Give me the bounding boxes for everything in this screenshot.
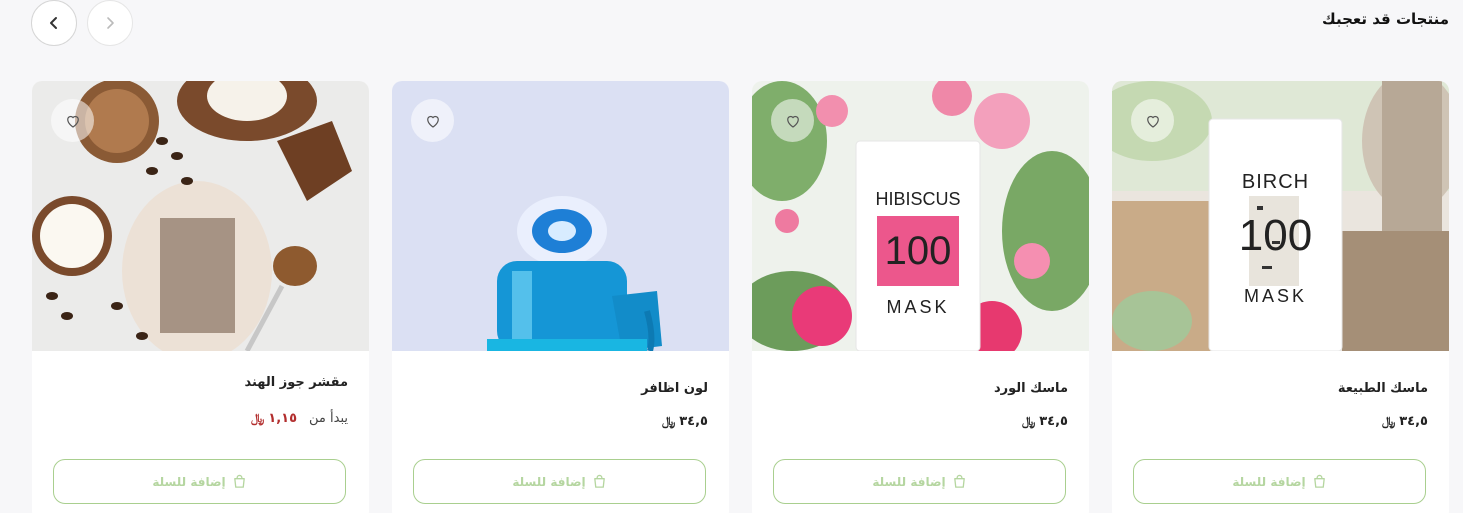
currency-symbol: ﷼ xyxy=(661,414,676,428)
shopping-bag-icon xyxy=(1313,474,1325,488)
product-info: ماسك الطبيعة ٣٤,٥ ﷼ إضافة للسلة xyxy=(1112,351,1449,513)
product-image[interactable] xyxy=(392,81,729,351)
add-to-cart-label: إضافة للسلة xyxy=(152,474,226,489)
shopping-bag-icon xyxy=(953,474,965,488)
product-card[interactable]: BIRCH 100 MASK ماسك الطبيعة ٣٤,٥ ﷼ إضافة… xyxy=(1112,81,1449,513)
add-to-cart-label: إضافة للسلة xyxy=(872,474,946,489)
mask-type-text: MASK xyxy=(1243,286,1307,306)
add-to-cart-button[interactable]: إضافة للسلة xyxy=(53,459,346,504)
currency-symbol: ﷼ xyxy=(1381,414,1396,428)
add-to-cart-button[interactable]: إضافة للسلة xyxy=(413,459,706,504)
product-carousel-section: منتجات قد تعجبك BIRCH 100 MASK ماسك الطب… xyxy=(0,0,1463,513)
product-name[interactable]: ماسك الورد xyxy=(994,381,1068,396)
product-image[interactable]: BIRCH 100 MASK xyxy=(1112,81,1449,351)
product-card[interactable]: لون اظافر ٣٤,٥ ﷼ إضافة للسلة xyxy=(392,81,729,513)
heart-icon xyxy=(66,115,79,128)
price-row: يبدأ من ١,١٥ ﷼ xyxy=(251,411,348,426)
shopping-bag-icon xyxy=(593,474,605,488)
add-to-cart-button[interactable]: إضافة للسلة xyxy=(1133,459,1426,504)
chevron-right-icon xyxy=(107,17,114,29)
favorite-button[interactable] xyxy=(1131,99,1174,142)
mask-number-text: 100 xyxy=(1238,211,1313,260)
chevron-left-icon xyxy=(50,17,57,29)
price-row: ٣٤,٥ ﷼ xyxy=(662,414,708,429)
product-card[interactable]: مقشر جوز الهند يبدأ من ١,١٥ ﷼ إضافة للسل… xyxy=(32,81,369,513)
currency-symbol: ﷼ xyxy=(250,411,265,425)
currency-symbol: ﷼ xyxy=(1021,414,1036,428)
add-to-cart-label: إضافة للسلة xyxy=(512,474,586,489)
product-info: لون اظافر ٣٤,٥ ﷼ إضافة للسلة xyxy=(392,351,729,513)
shopping-bag-icon xyxy=(233,474,245,488)
favorite-button[interactable] xyxy=(411,99,454,142)
heart-icon xyxy=(1146,115,1159,128)
heart-icon xyxy=(426,115,439,128)
product-info: مقشر جوز الهند يبدأ من ١,١٥ ﷼ إضافة للسل… xyxy=(32,351,369,513)
mask-type-text: MASK xyxy=(886,297,950,317)
favorite-button[interactable] xyxy=(771,99,814,142)
mask-brand-text: BIRCH xyxy=(1241,171,1310,193)
product-name[interactable]: مقشر جوز الهند xyxy=(244,375,348,390)
price-row: ٣٤,٥ ﷼ xyxy=(1022,414,1068,429)
product-name[interactable]: لون اظافر xyxy=(641,381,708,396)
product-price: ١,١٥ xyxy=(268,411,298,426)
favorite-button[interactable] xyxy=(51,99,94,142)
product-image[interactable] xyxy=(32,81,369,351)
price-row: ٣٤,٥ ﷼ xyxy=(1382,414,1428,429)
product-image[interactable]: HIBISCUS 100 MASK xyxy=(752,81,1089,351)
product-price: ٣٤,٥ xyxy=(1039,414,1068,429)
add-to-cart-button[interactable]: إضافة للسلة xyxy=(773,459,1066,504)
mask-brand-text: HIBISCUS xyxy=(875,189,961,209)
price-prefix: يبدأ من xyxy=(309,411,348,426)
carousel-prev-button[interactable] xyxy=(31,0,77,46)
product-name[interactable]: ماسك الطبيعة xyxy=(1338,381,1428,396)
product-price: ٣٤,٥ xyxy=(1399,414,1428,429)
mask-number-text: 100 xyxy=(884,229,952,273)
carousel-next-button[interactable] xyxy=(87,0,133,46)
product-card[interactable]: HIBISCUS 100 MASK ماسك الورد ٣٤,٥ ﷼ إضاف… xyxy=(752,81,1089,513)
product-price: ٣٤,٥ xyxy=(679,414,708,429)
heart-icon xyxy=(786,115,799,128)
product-info: ماسك الورد ٣٤,٥ ﷼ إضافة للسلة xyxy=(752,351,1089,513)
section-title: منتجات قد تعجبك xyxy=(1322,10,1449,28)
add-to-cart-label: إضافة للسلة xyxy=(1232,474,1306,489)
